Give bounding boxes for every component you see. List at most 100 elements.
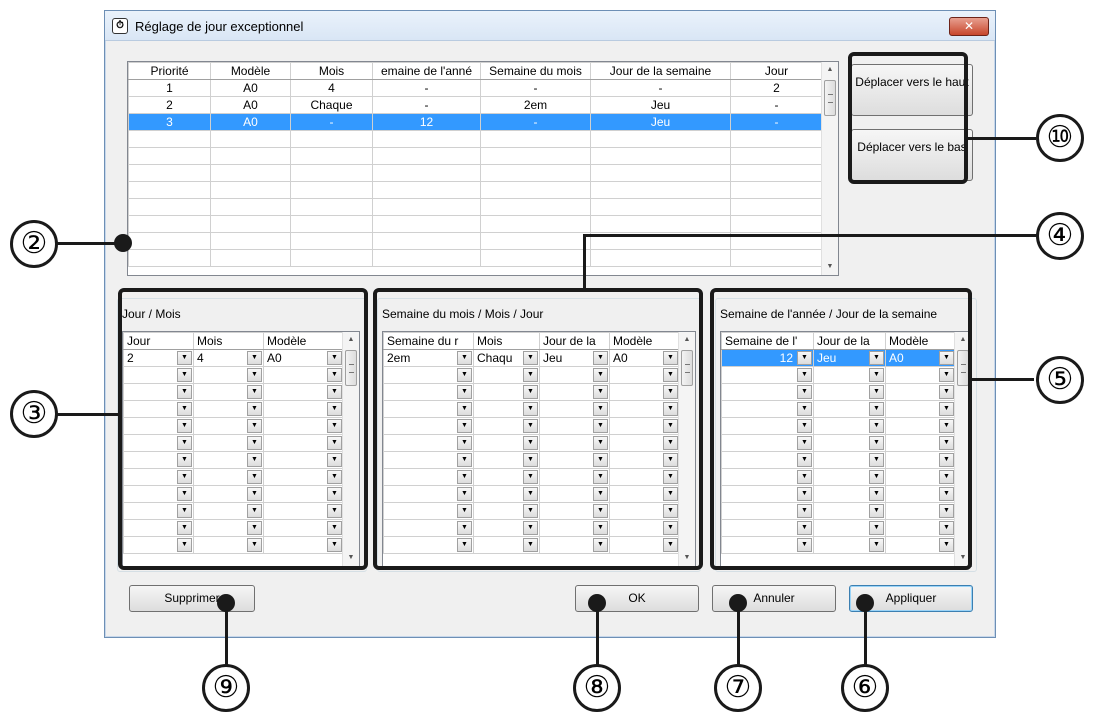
cell-day[interactable] [730, 215, 823, 233]
cell-week-of-year[interactable] [372, 232, 481, 250]
table-row[interactable] [128, 130, 823, 148]
cell-week-of-month[interactable] [480, 249, 591, 267]
table-row[interactable]: 2 A0 Chaque -2em Jeu - [128, 96, 823, 114]
cell-day-of-week[interactable] [590, 198, 731, 216]
cell-day-of-week[interactable]: - [590, 79, 731, 97]
cell-week-of-year[interactable] [372, 181, 481, 199]
table-row[interactable]: 3 A0-12- Jeu - [128, 113, 823, 131]
table-row[interactable]: 1 A0 4- - -2 [128, 79, 823, 97]
cell-model[interactable] [210, 249, 291, 267]
cell-day-of-week[interactable] [590, 215, 731, 233]
cell-day[interactable]: - [730, 96, 823, 114]
cell-priority[interactable] [128, 181, 211, 199]
cell-day[interactable] [730, 147, 823, 165]
cell-priority[interactable] [128, 198, 211, 216]
cell-week-of-year[interactable]: 12 [372, 113, 481, 131]
cell-week-of-year[interactable] [372, 198, 481, 216]
cell-model[interactable] [210, 130, 291, 148]
cell-model[interactable]: A0 [210, 113, 291, 131]
cell-week-of-month[interactable] [480, 181, 591, 199]
cell-day[interactable] [730, 249, 823, 267]
title-bar[interactable]: ⏱ Réglage de jour exceptionnel ✕ [105, 11, 995, 41]
col-header-day-of-week[interactable]: Jour de la semaine [590, 62, 731, 80]
cell-week-of-year[interactable] [372, 147, 481, 165]
scroll-thumb[interactable] [824, 80, 836, 116]
cell-week-of-year[interactable] [372, 130, 481, 148]
cell-month[interactable]: Chaque [290, 96, 373, 114]
cell-week-of-month[interactable] [480, 147, 591, 165]
scroll-down-arrow-icon[interactable]: ▼ [822, 259, 838, 275]
cell-day-of-week[interactable] [590, 130, 731, 148]
cell-priority[interactable] [128, 164, 211, 182]
cell-week-of-month[interactable]: - [480, 79, 591, 97]
cell-day[interactable]: 2 [730, 79, 823, 97]
cell-priority[interactable]: 1 [128, 79, 211, 97]
cell-day[interactable] [730, 198, 823, 216]
cell-model[interactable]: A0 [210, 79, 291, 97]
cell-model[interactable] [210, 181, 291, 199]
table-row[interactable] [128, 164, 823, 182]
cell-model[interactable] [210, 147, 291, 165]
cell-month[interactable]: - [290, 113, 373, 131]
cell-week-of-year[interactable]: - [372, 96, 481, 114]
col-header-model[interactable]: Modèle [210, 62, 291, 80]
cell-priority[interactable] [128, 215, 211, 233]
table-row[interactable] [128, 198, 823, 216]
col-header-week-of-year[interactable]: emaine de l'anné [372, 62, 481, 80]
priority-grid-scrollbar[interactable]: ▲ ▼ [821, 62, 838, 275]
cell-month[interactable] [290, 181, 373, 199]
cell-week-of-month[interactable] [480, 232, 591, 250]
cell-priority[interactable] [128, 147, 211, 165]
col-header-day[interactable]: Jour [730, 62, 823, 80]
delete-button[interactable]: Supprimer [129, 585, 255, 612]
cell-week-of-year[interactable] [372, 249, 481, 267]
cell-month[interactable] [290, 130, 373, 148]
priority-grid[interactable]: Priorité Modèle Mois emaine de l'anné Se… [127, 61, 839, 276]
table-row[interactable] [128, 215, 823, 233]
cell-month[interactable]: 4 [290, 79, 373, 97]
cell-model[interactable] [210, 215, 291, 233]
cell-month[interactable] [290, 164, 373, 182]
cell-week-of-year[interactable] [372, 215, 481, 233]
col-header-week-of-month[interactable]: Semaine du mois [480, 62, 591, 80]
col-header-priority[interactable]: Priorité [128, 62, 211, 80]
cell-priority[interactable] [128, 130, 211, 148]
cell-week-of-month[interactable] [480, 130, 591, 148]
cell-month[interactable] [290, 249, 373, 267]
cell-day-of-week[interactable] [590, 164, 731, 182]
table-row[interactable] [128, 181, 823, 199]
cell-month[interactable] [290, 198, 373, 216]
scroll-up-arrow-icon[interactable]: ▲ [822, 62, 838, 78]
cell-day[interactable] [730, 164, 823, 182]
cell-priority[interactable]: 3 [128, 113, 211, 131]
cell-month[interactable] [290, 232, 373, 250]
cell-priority[interactable]: 2 [128, 96, 211, 114]
cell-day-of-week[interactable]: Jeu [590, 96, 731, 114]
cell-week-of-month[interactable]: 2em [480, 96, 591, 114]
cell-month[interactable] [290, 147, 373, 165]
cell-day[interactable]: - [730, 113, 823, 131]
cell-day-of-week[interactable] [590, 147, 731, 165]
table-row[interactable] [128, 147, 823, 165]
cell-week-of-year[interactable] [372, 164, 481, 182]
cell-priority[interactable] [128, 249, 211, 267]
cell-week-of-month[interactable]: - [480, 113, 591, 131]
cell-day[interactable] [730, 181, 823, 199]
col-header-month[interactable]: Mois [290, 62, 373, 80]
cell-month[interactable] [290, 215, 373, 233]
cell-model[interactable]: A0 [210, 96, 291, 114]
cell-day-of-week[interactable] [590, 181, 731, 199]
table-row[interactable] [128, 249, 823, 267]
cell-day[interactable] [730, 130, 823, 148]
cell-priority[interactable] [128, 232, 211, 250]
cell-week-of-month[interactable] [480, 164, 591, 182]
cell-model[interactable] [210, 198, 291, 216]
cell-week-of-month[interactable] [480, 198, 591, 216]
cell-week-of-year[interactable]: - [372, 79, 481, 97]
cell-week-of-month[interactable] [480, 215, 591, 233]
close-button[interactable]: ✕ [949, 17, 989, 36]
cell-model[interactable] [210, 164, 291, 182]
cell-day-of-week[interactable] [590, 249, 731, 267]
cell-model[interactable] [210, 232, 291, 250]
cell-day-of-week[interactable]: Jeu [590, 113, 731, 131]
